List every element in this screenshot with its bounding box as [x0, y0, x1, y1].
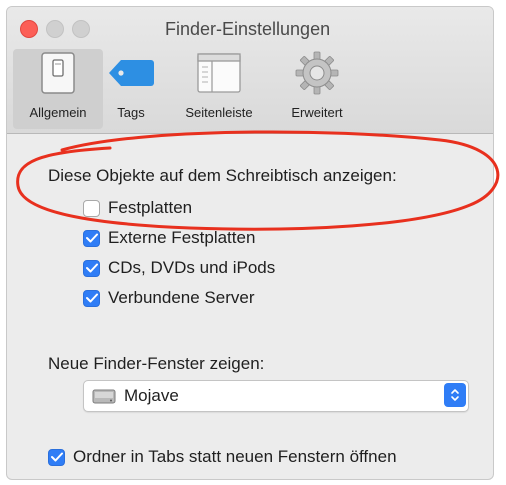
new-window-select-value: Mojave: [124, 386, 179, 405]
option-open-folders-in-tabs[interactable]: Ordner in Tabs statt neuen Fenstern öffn…: [48, 447, 397, 467]
external-disks-checkbox[interactable]: [83, 229, 100, 247]
option-hard-disks[interactable]: Festplatten: [83, 198, 192, 218]
select-stepper[interactable]: [444, 383, 466, 407]
tab-advanced-label: Erweitert: [291, 105, 343, 120]
close-window-button[interactable]: [20, 20, 38, 38]
option-external-disks[interactable]: Externe Festplatten: [83, 228, 255, 248]
hard-drive-icon: [92, 388, 116, 411]
checkmark-icon: [85, 233, 98, 243]
external-disks-label: Externe Festplatten: [108, 228, 256, 247]
option-cds-dvds-ipods[interactable]: CDs, DVDs und iPods: [83, 258, 275, 278]
tab-tags[interactable]: Tags: [107, 49, 155, 129]
cds-dvds-ipods-label: CDs, DVDs und iPods: [108, 258, 276, 277]
sidebar-icon: [189, 49, 249, 97]
connected-servers-label: Verbundene Server: [108, 288, 255, 307]
connected-servers-checkbox[interactable]: [83, 289, 100, 307]
cds-dvds-ipods-checkbox[interactable]: [83, 259, 100, 277]
up-down-chevron-icon: [451, 389, 459, 401]
tab-sidebar[interactable]: Seitenleiste: [165, 49, 273, 129]
tab-general[interactable]: Allgemein: [13, 49, 103, 129]
checkmark-icon: [85, 293, 98, 303]
general-switch-icon: [28, 49, 88, 97]
option-connected-servers[interactable]: Verbundene Server: [83, 288, 255, 308]
tab-sidebar-label: Seitenleiste: [185, 105, 253, 120]
hard-disks-label: Festplatten: [108, 198, 193, 217]
tab-tags-label: Tags: [117, 105, 145, 120]
hard-disks-checkbox[interactable]: [83, 199, 100, 217]
new-window-heading: Neue Finder-Fenster zeigen:: [48, 354, 265, 373]
zoom-window-button[interactable]: [72, 20, 90, 38]
checkmark-icon: [50, 452, 63, 462]
finder-preferences-window: Finder-Einstellungen Allgemein Tags Seit…: [6, 6, 494, 480]
window-title: Finder-Einstellungen: [165, 19, 331, 39]
titlebar: Finder-Einstellungen Allgemein Tags Seit…: [7, 7, 493, 134]
checkmark-icon: [85, 263, 98, 273]
tag-icon: [101, 49, 161, 97]
tab-advanced[interactable]: Erweitert: [275, 49, 359, 129]
gear-icon: [287, 49, 347, 97]
general-pane: Diese Objekte auf dem Schreibtisch anzei…: [7, 134, 493, 479]
new-window-select[interactable]: Mojave: [83, 380, 469, 412]
minimize-window-button[interactable]: [46, 20, 64, 38]
open-folders-in-tabs-checkbox[interactable]: [48, 448, 65, 466]
desktop-items-heading: Diese Objekte auf dem Schreibtisch anzei…: [48, 166, 397, 185]
tab-general-label: Allgemein: [29, 105, 87, 120]
open-folders-in-tabs-label: Ordner in Tabs statt neuen Fenstern öffn…: [73, 447, 397, 466]
